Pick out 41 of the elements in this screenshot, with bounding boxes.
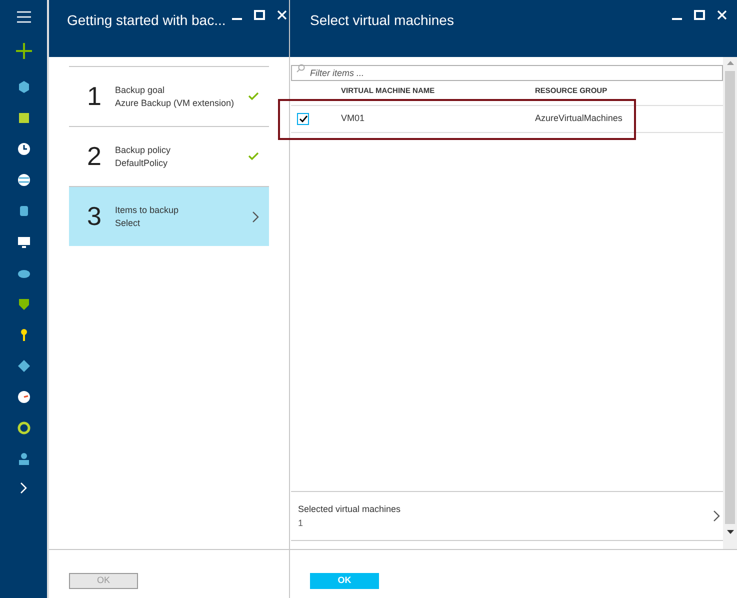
clock-icon[interactable]	[16, 141, 32, 157]
chevron-right-icon[interactable]	[20, 482, 28, 494]
scroll-down-icon[interactable]	[726, 530, 734, 535]
globe-icon[interactable]	[16, 172, 32, 188]
chevron-right-icon	[252, 210, 259, 222]
step-item[interactable]: 3 Items to backup Select	[69, 186, 269, 246]
close-icon[interactable]	[276, 10, 287, 20]
checkmark-icon	[248, 152, 259, 161]
summary-value: 1	[298, 517, 304, 530]
step-item[interactable]: 1 Backup goal Azure Backup (VM extension)	[69, 66, 269, 126]
step-title: Backup goal	[115, 84, 166, 96]
summary-item[interactable]: Selected virtual machines 1	[291, 491, 723, 541]
scrollbar[interactable]	[723, 57, 737, 549]
gauge-icon[interactable]	[16, 389, 32, 405]
plus-icon[interactable]	[16, 43, 32, 59]
blade-title: Select virtual machines	[310, 11, 454, 30]
checkbox[interactable]	[297, 113, 309, 125]
diamond-icon[interactable]	[16, 358, 32, 374]
step-subtitle: Select	[115, 216, 142, 230]
search-icon	[296, 64, 305, 73]
blade-title: Getting started with bac...	[67, 11, 226, 30]
step-number: 1	[87, 80, 102, 113]
step-number: 3	[87, 200, 102, 233]
ring-icon[interactable]	[16, 420, 32, 436]
menu-icon[interactable]	[16, 11, 30, 23]
maximize-icon[interactable]	[694, 10, 705, 20]
monitor-icon[interactable]	[16, 234, 32, 250]
step-title: Items to backup	[115, 204, 180, 216]
summary-label: Selected virtual machines	[298, 503, 402, 516]
table-row[interactable]: VM01 AzureVirtualMachines	[291, 106, 723, 133]
filter-field[interactable]: Filter items ...	[291, 65, 723, 81]
step-title: Backup policy	[115, 144, 172, 156]
step-number: 2	[87, 140, 102, 173]
close-icon[interactable]	[717, 10, 727, 20]
table-cell-text: AzureVirtualMachines	[535, 112, 622, 126]
step-subtitle: DefaultPolicy	[115, 156, 169, 170]
checkmark-icon	[248, 92, 259, 101]
step-subtitle: Azure Backup (VM extension)	[115, 96, 236, 110]
table-cell-text: VM01	[341, 112, 366, 126]
maximize-icon[interactable]	[254, 10, 265, 20]
chevron-right-icon	[713, 510, 720, 522]
